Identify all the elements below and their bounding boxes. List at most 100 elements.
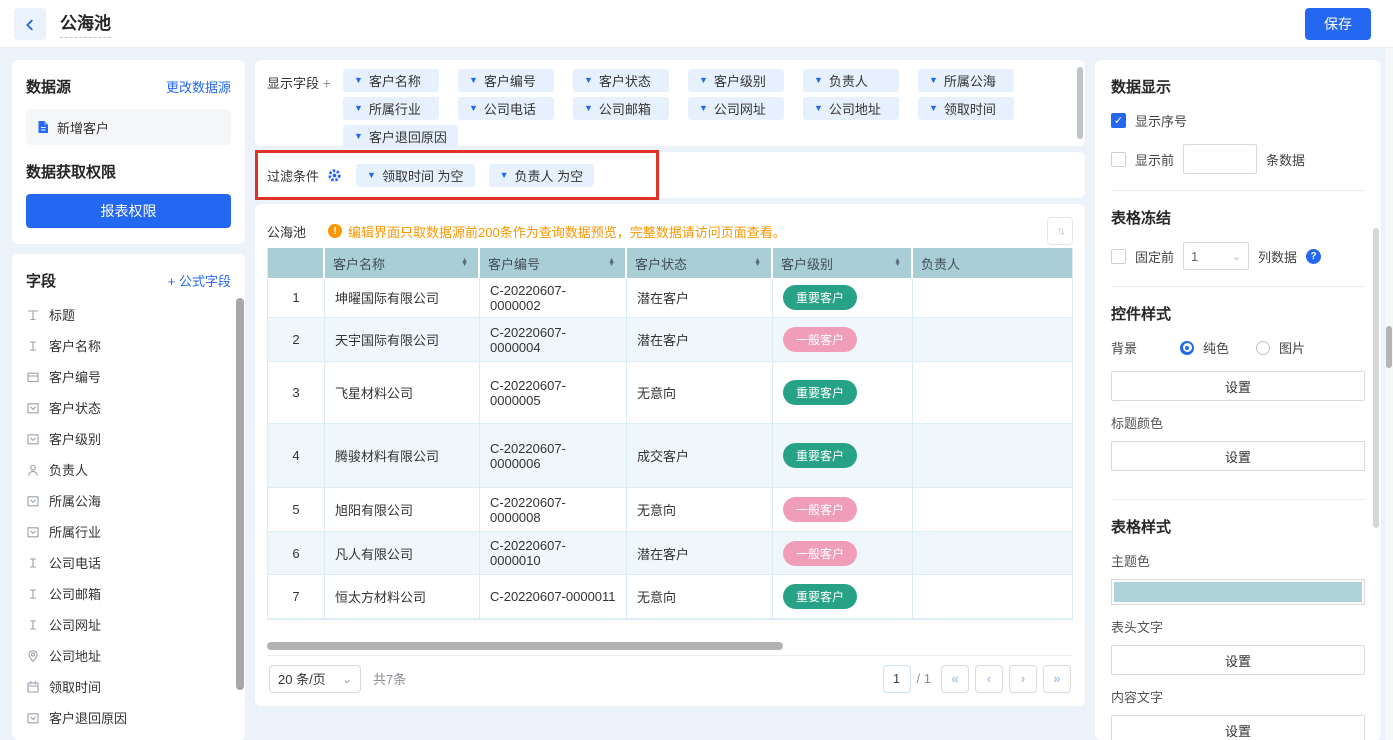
page-title[interactable]: 公海池 [60, 9, 111, 38]
chip-label: 领取时间 [944, 99, 996, 118]
customer-name-cell: 天宇国际有限公司 [325, 318, 480, 362]
theme-color-fill [1114, 582, 1362, 602]
field-item[interactable]: 所属行业 [26, 516, 231, 547]
back-button[interactable] [14, 8, 46, 40]
theme-color-swatch[interactable] [1111, 579, 1365, 605]
column-header[interactable]: 客户名称▲▼ [325, 248, 480, 278]
chip-label: 客户编号 [484, 71, 536, 90]
last-page-button[interactable]: » [1043, 665, 1071, 693]
display-field-chip[interactable]: ▼所属行业 [343, 97, 439, 120]
display-field-chip[interactable]: ▼公司网址 [688, 97, 784, 120]
add-display-field-button[interactable]: + [323, 75, 331, 91]
field-item[interactable]: 客户名称 [26, 330, 231, 361]
image-radio[interactable] [1256, 341, 1270, 355]
show-top-prefix: 显示前 [1135, 150, 1174, 169]
sort-carets-icon[interactable]: ▲▼ [461, 259, 468, 267]
title-color-label: 标题颜色 [1111, 413, 1365, 432]
field-item[interactable]: 客户状态 [26, 392, 231, 423]
report-permission-button[interactable]: 报表权限 [26, 194, 231, 228]
display-field-chip[interactable]: ▼负责人 [803, 69, 899, 92]
field-item[interactable]: 负责人 [26, 454, 231, 485]
show-top-checkbox[interactable] [1111, 152, 1126, 167]
display-field-chip[interactable]: ▼公司邮箱 [573, 97, 669, 120]
page-scrollbar-thumb[interactable] [1386, 326, 1392, 368]
show-index-checkbox[interactable]: ✓ [1111, 113, 1126, 128]
solid-color-radio[interactable] [1180, 341, 1194, 355]
show-index-label: 显示序号 [1135, 111, 1187, 130]
filter-chip[interactable]: ▼负责人 为空 [489, 164, 595, 187]
horizontal-scrollbar-thumb[interactable] [267, 642, 783, 650]
field-item[interactable]: 公司电话 [26, 547, 231, 578]
field-item[interactable]: 提交人 [26, 733, 231, 740]
header-text-set-button[interactable]: 设置 [1111, 645, 1365, 675]
field-item[interactable]: 客户退回原因 [26, 702, 231, 733]
field-item[interactable]: 领取时间 [26, 671, 231, 702]
customer-code-cell: C-20220607-0000010 [480, 532, 627, 575]
next-page-button[interactable]: › [1009, 665, 1037, 693]
field-item[interactable]: 公司地址 [26, 640, 231, 671]
field-item[interactable]: 客户编号 [26, 361, 231, 392]
filter-chip[interactable]: ▼领取时间 为空 [356, 164, 475, 187]
datasource-card: 数据源 更改数据源 新增客户 数据获取权限 报表权限 [12, 60, 245, 244]
data-display-heading: 数据显示 [1111, 76, 1365, 97]
level-badge: 重要客户 [783, 285, 857, 310]
save-button[interactable]: 保存 [1305, 8, 1371, 40]
column-header[interactable]: 客户状态▲▼ [627, 248, 773, 278]
freeze-count-select[interactable]: 1 ⌄ [1183, 242, 1249, 270]
freeze-checkbox[interactable] [1111, 249, 1126, 264]
customer-code-cell: C-20220607-0000011 [480, 575, 627, 619]
field-item[interactable]: 所属公海 [26, 485, 231, 516]
column-header[interactable]: 客户编号▲▼ [480, 248, 627, 278]
display-field-chip[interactable]: ▼客户名称 [343, 69, 439, 92]
show-top-input[interactable] [1183, 144, 1257, 174]
datasource-item[interactable]: 新增客户 [26, 109, 231, 145]
field-list: 标题客户名称客户编号客户状态客户级别负责人所属公海所属行业公司电话公司邮箱公司网… [26, 299, 231, 740]
sort-carets-icon[interactable]: ▲▼ [754, 259, 761, 267]
add-formula-field-link[interactable]: + 公式字段 [168, 271, 231, 290]
gear-icon[interactable] [327, 168, 342, 183]
display-field-chip[interactable]: ▼公司电话 [458, 97, 554, 120]
column-header[interactable]: 负责人 [913, 248, 1072, 278]
title-color-set-button[interactable]: 设置 [1111, 441, 1365, 471]
caret-down-icon: ▼ [584, 76, 593, 85]
first-page-button[interactable]: « [941, 665, 969, 693]
prev-page-button[interactable]: ‹ [975, 665, 1003, 693]
fields-scrollbar[interactable] [236, 298, 244, 690]
field-item[interactable]: 公司网址 [26, 609, 231, 640]
display-field-chip[interactable]: ▼客户退回原因 [343, 125, 458, 148]
sort-order-button[interactable]: ↑↓ [1047, 217, 1073, 245]
table-style-heading: 表格样式 [1111, 516, 1365, 537]
sort-carets-icon[interactable]: ▲▼ [608, 259, 615, 267]
display-field-chip[interactable]: ▼领取时间 [918, 97, 1014, 120]
text-icon [26, 339, 40, 353]
field-item[interactable]: 公司邮箱 [26, 578, 231, 609]
page-size-select[interactable]: 20 条/页 ⌄ [269, 665, 361, 693]
display-field-chip[interactable]: ▼客户编号 [458, 69, 554, 92]
owner-cell [913, 424, 1072, 488]
sort-carets-icon[interactable]: ▲▼ [894, 259, 901, 267]
display-fields-label: 显示字段 + [267, 69, 343, 137]
filter-chips: ▼领取时间 为空 ▼负责人 为空 [356, 164, 594, 187]
change-datasource-link[interactable]: 更改数据源 [166, 77, 231, 96]
field-item[interactable]: 客户级别 [26, 423, 231, 454]
level-badge: 重要客户 [783, 380, 857, 405]
customer-status-cell: 潜在客户 [627, 278, 773, 318]
content-text-set-button[interactable]: 设置 [1111, 715, 1365, 740]
display-field-chip[interactable]: ▼客户状态 [573, 69, 669, 92]
table-row: 1坤曜国际有限公司C-20220607-0000002潜在客户重要客户 [268, 278, 1072, 318]
current-page-input[interactable]: 1 [883, 665, 911, 693]
field-item[interactable]: 标题 [26, 299, 231, 330]
customer-name-cell: 坤曜国际有限公司 [325, 278, 480, 318]
display-field-chip[interactable]: ▼公司地址 [803, 97, 899, 120]
column-header[interactable]: 客户级别▲▼ [773, 248, 913, 278]
right-panel-scrollbar[interactable] [1373, 228, 1379, 528]
show-top-suffix: 条数据 [1266, 150, 1305, 169]
display-field-chip[interactable]: ▼所属公海 [918, 69, 1014, 92]
display-field-chip[interactable]: ▼客户级别 [688, 69, 784, 92]
background-set-button[interactable]: 设置 [1111, 371, 1365, 401]
help-icon[interactable]: ? [1306, 249, 1321, 264]
filter-label: 过滤条件 [267, 166, 319, 185]
display-fields-scrollbar[interactable] [1077, 67, 1083, 139]
customer-status-cell: 无意向 [627, 575, 773, 619]
owner-cell [913, 362, 1072, 424]
